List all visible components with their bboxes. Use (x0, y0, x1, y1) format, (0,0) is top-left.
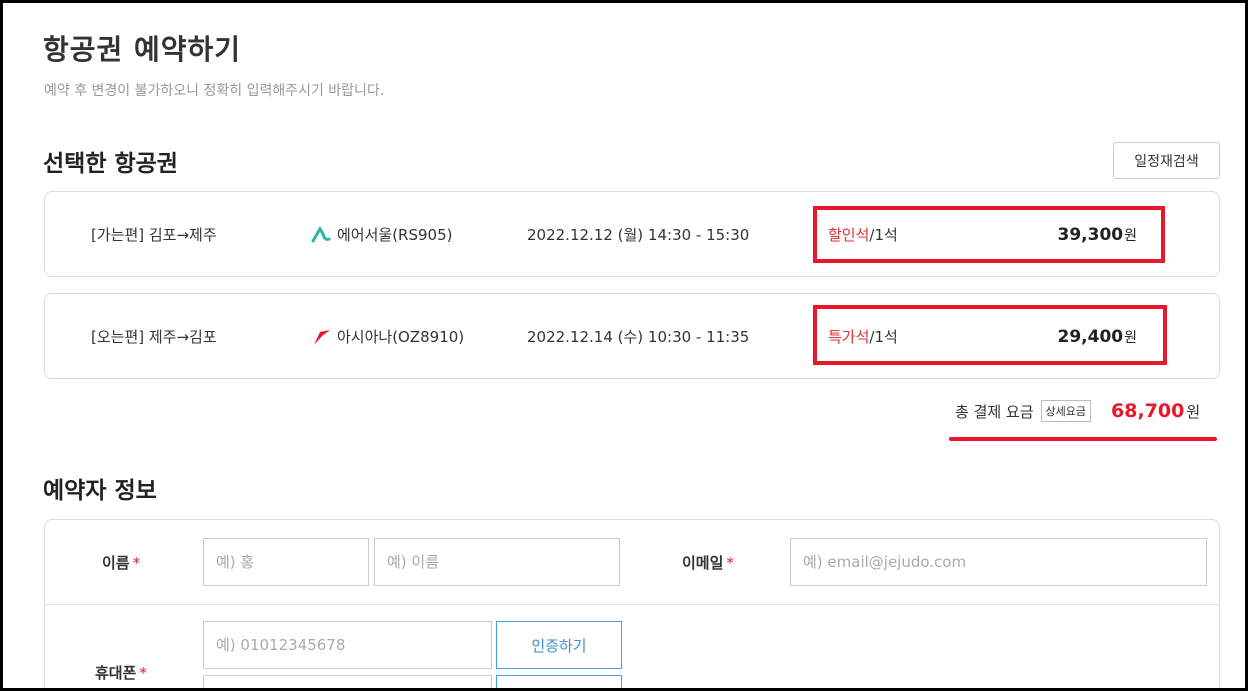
phone-label: 휴대폰 * (95, 662, 147, 683)
page-subtitle: 예약 후 변경이 불가하오니 정확히 입력해주시기 바랍니다. (44, 83, 385, 99)
form-divider (45, 604, 1219, 605)
verify-button[interactable]: 인증하기 (496, 621, 622, 669)
asiana-logo-icon (314, 329, 330, 345)
flight-airline: 에어서울(RS905) (311, 224, 452, 245)
last-name-input[interactable] (203, 538, 369, 586)
required-mark: * (139, 664, 147, 682)
confirm-code-button[interactable] (496, 675, 622, 688)
flight-airline: 아시아나(OZ8910) (311, 326, 464, 347)
research-schedule-button[interactable]: 일정재검색 (1113, 142, 1220, 179)
total-payment-row: 총 결제 요금 상세요금 68,700 원 (955, 400, 1200, 422)
flight-datetime: 2022.12.14 (수) 10:30 - 11:35 (527, 328, 750, 346)
email-input[interactable] (790, 538, 1207, 586)
email-label-text: 이메일 (682, 554, 724, 572)
email-label: 이메일 * (682, 552, 734, 573)
airline-name: 에어서울(RS905) (337, 226, 453, 244)
total-unit: 원 (1186, 402, 1201, 421)
air-seoul-logo-icon (311, 225, 331, 242)
page-frame: 항공권 예약하기 예약 후 변경이 불가하오니 정확히 입력해주시기 바랍니다.… (0, 0, 1248, 691)
phone-input[interactable] (203, 621, 492, 669)
booker-info-title: 예약자 정보 (43, 478, 157, 504)
required-mark: * (726, 554, 734, 572)
name-label-text: 이름 (102, 554, 130, 572)
highlight-box-outbound-price (813, 206, 1165, 263)
page-title: 항공권 예약하기 (43, 33, 242, 66)
phone-label-text: 휴대폰 (95, 664, 137, 682)
total-label: 총 결제 요금 (955, 402, 1034, 421)
total-highlight-underline (949, 437, 1217, 441)
total-amount: 68,700 (1111, 400, 1185, 422)
name-label: 이름 * (102, 552, 140, 573)
verification-code-input[interactable] (203, 675, 492, 688)
highlight-box-return-price (813, 305, 1167, 365)
selected-flights-title: 선택한 항공권 (43, 151, 178, 177)
flight-route: [오는편] 제주→김포 (91, 328, 217, 346)
fare-detail-button[interactable]: 상세요금 (1040, 400, 1092, 422)
flight-datetime: 2022.12.12 (월) 14:30 - 15:30 (527, 226, 750, 244)
airline-name: 아시아나(OZ8910) (337, 328, 465, 346)
first-name-input[interactable] (374, 538, 620, 586)
required-mark: * (132, 554, 141, 572)
flight-route: [가는편] 김포→제주 (91, 226, 217, 244)
